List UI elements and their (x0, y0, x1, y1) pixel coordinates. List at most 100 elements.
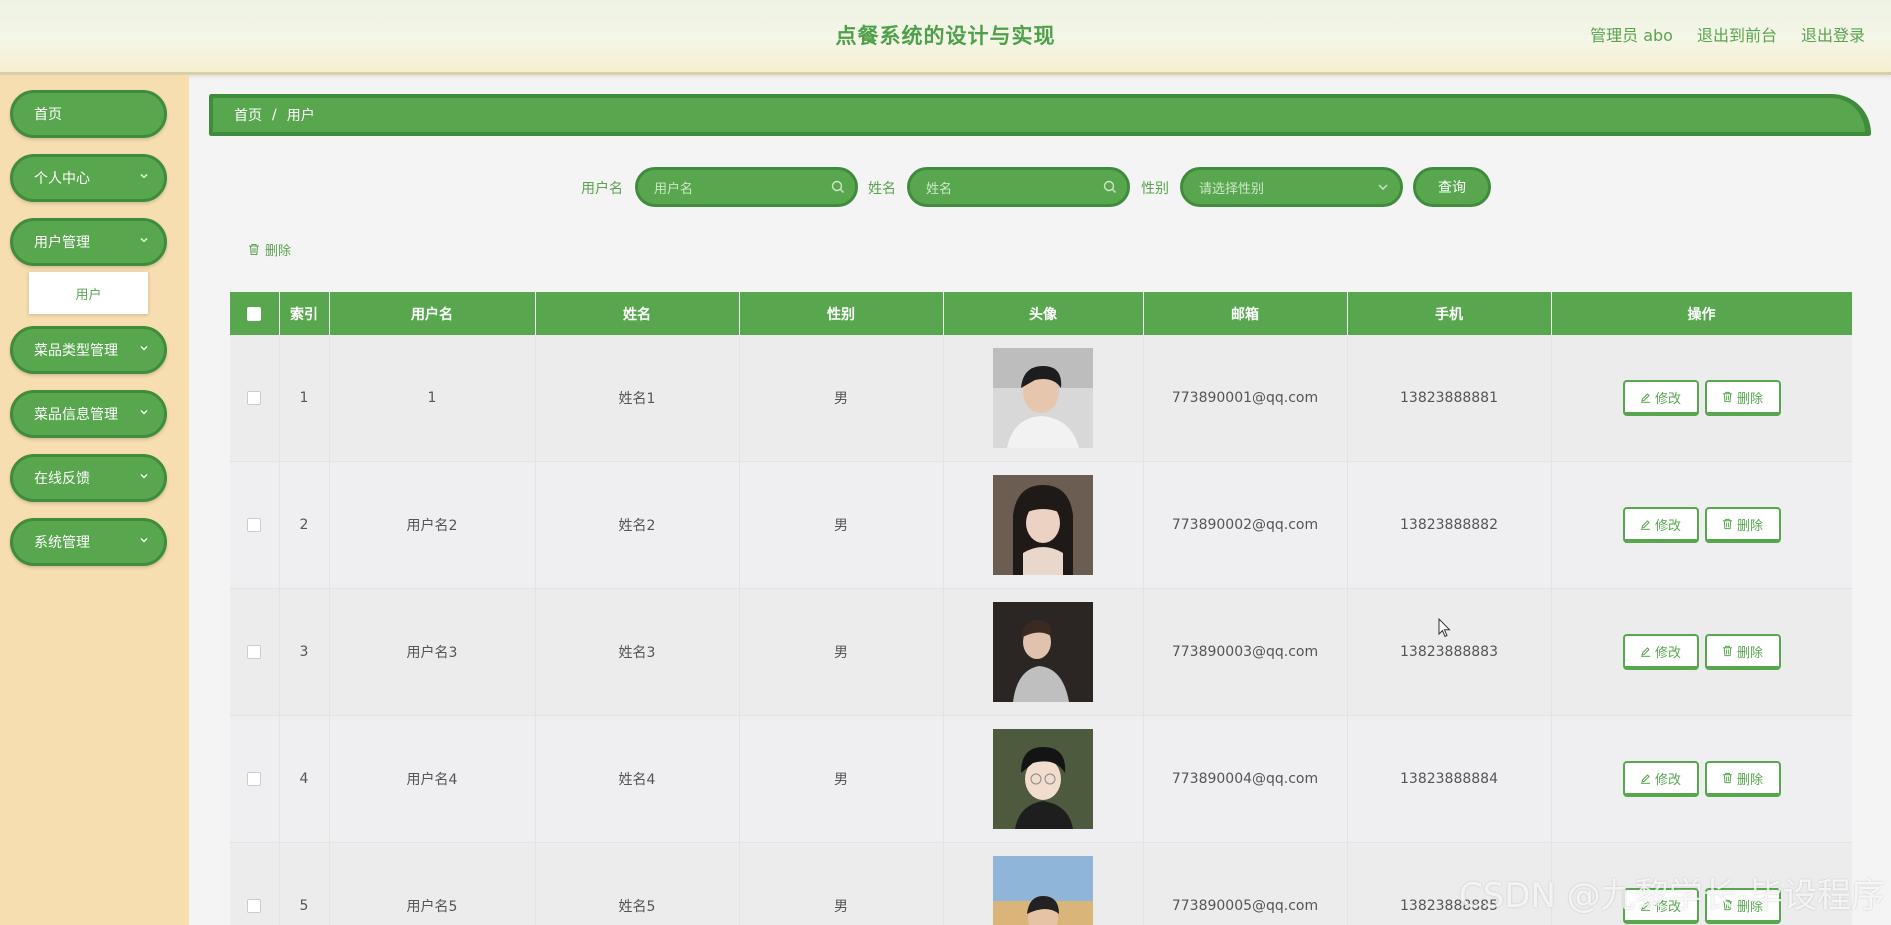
avatar (993, 856, 1093, 925)
row-checkbox[interactable] (247, 772, 262, 786)
gender-select-label: 性别 (1141, 181, 1169, 197)
cell-gender: 男 (739, 588, 944, 716)
edit-button[interactable]: 修改 (1622, 507, 1699, 543)
trash-icon (1722, 391, 1733, 403)
edit-label: 修改 (1654, 518, 1681, 534)
header-name: 姓名 (535, 292, 740, 335)
sidebar-item-label: 菜品类型管理 (34, 343, 118, 359)
cell-phone: 13823888884 (1347, 715, 1552, 843)
row-checkbox[interactable] (247, 899, 262, 913)
cell-phone: 13823888883 (1347, 588, 1552, 716)
cell-actions: 修改 删除 (1551, 461, 1852, 589)
logout-link[interactable]: 退出登录 (1801, 22, 1865, 46)
delete-button[interactable]: 删除 (1704, 634, 1781, 670)
name-search-input[interactable]: 姓名 (907, 167, 1130, 207)
sidebar-item-label: 在线反馈 (34, 471, 90, 487)
row-select-cell (230, 588, 280, 716)
breadcrumb-separator: / (272, 107, 277, 123)
row-checkbox[interactable] (247, 518, 262, 532)
row-select-cell (230, 842, 280, 925)
back-to-front-link[interactable]: 退出到前台 (1697, 22, 1777, 46)
cell-phone: 13823888882 (1347, 461, 1552, 589)
cell-name: 姓名2 (535, 461, 740, 589)
avatar (993, 729, 1093, 829)
name-search-placeholder: 姓名 (926, 181, 953, 197)
header-gender: 性别 (739, 292, 944, 335)
sidebar-item[interactable]: 菜品信息管理 (10, 390, 167, 438)
delete-button[interactable]: 删除 (1704, 380, 1781, 416)
row-checkbox[interactable] (247, 391, 262, 405)
cell-index: 5 (279, 842, 330, 925)
row-checkbox[interactable] (247, 645, 262, 659)
gender-select-placeholder: 请选择性别 (1199, 181, 1265, 197)
sidebar-item-label: 个人中心 (34, 171, 90, 187)
chevron-down-icon (140, 346, 148, 351)
avatar (993, 475, 1093, 575)
cell-email: 773890005@qq.com (1143, 842, 1348, 925)
row-select-cell (230, 461, 280, 589)
cell-phone: 13823888881 (1347, 335, 1552, 462)
delete-button[interactable]: 删除 (1704, 507, 1781, 543)
row-select-cell (230, 715, 280, 843)
cell-email: 773890003@qq.com (1143, 588, 1348, 716)
edit-button[interactable]: 修改 (1622, 634, 1699, 670)
sidebar-item[interactable]: 首页 (10, 90, 167, 138)
cell-index: 1 (279, 335, 330, 462)
cell-index: 3 (279, 588, 330, 716)
cell-gender: 男 (739, 335, 944, 462)
delete-label: 删除 (1736, 391, 1763, 407)
delete-button[interactable]: 删除 (1704, 761, 1781, 797)
query-button[interactable]: 查询 (1413, 167, 1491, 207)
sidebar-item-label: 菜品信息管理 (34, 407, 118, 423)
cell-username: 用户名3 (329, 588, 536, 716)
cell-username: 用户名4 (329, 715, 536, 843)
cell-email: 773890001@qq.com (1143, 335, 1348, 462)
avatar (993, 602, 1093, 702)
search-icon (1103, 180, 1116, 193)
cell-avatar (943, 842, 1144, 925)
chevron-down-icon (140, 174, 148, 179)
cell-name: 姓名4 (535, 715, 740, 843)
sidebar-item[interactable]: 在线反馈 (10, 454, 167, 502)
delete-label: 删除 (1736, 518, 1763, 534)
delete-label: 删除 (1736, 645, 1763, 661)
user-table: 索引 用户名 姓名 性别 头像 邮箱 手机 操作 1 1 姓名1 男 773890001… (230, 292, 1852, 925)
trash-icon (1722, 772, 1733, 784)
cell-username: 1 (329, 335, 536, 462)
edit-icon (1640, 392, 1650, 403)
username-search-input[interactable]: 用户名 (635, 167, 858, 207)
batch-delete-button[interactable]: 删除 (248, 240, 291, 259)
cell-actions: 修改 删除 (1551, 335, 1852, 462)
select-all-checkbox[interactable] (247, 306, 262, 321)
chevron-down-icon (140, 410, 148, 415)
admin-user-label[interactable]: 管理员 abo (1590, 22, 1673, 46)
cell-name: 姓名3 (535, 588, 740, 716)
sidebar-item[interactable]: 系统管理 (10, 518, 167, 566)
cell-name: 姓名5 (535, 842, 740, 925)
table-row: 3 用户名3 姓名3 男 773890003@qq.com 13823888883 修改 删除 (230, 588, 1852, 716)
edit-button[interactable]: 修改 (1622, 761, 1699, 797)
breadcrumb: 首页 / 用户 (209, 94, 1871, 136)
table-row: 1 1 姓名1 男 773890001@qq.com 13823888881 修改 删除 (230, 335, 1852, 462)
edit-icon (1640, 646, 1650, 657)
sidebar-item[interactable]: 个人中心 (10, 154, 167, 202)
header-phone: 手机 (1347, 292, 1552, 335)
cell-index: 4 (279, 715, 330, 843)
sidebar-item[interactable]: 菜品类型管理 (10, 326, 167, 374)
username-search-label: 用户名 (581, 181, 623, 197)
name-search-label: 姓名 (868, 181, 896, 197)
header-links: 管理员 abo 退出到前台 退出登录 (1590, 22, 1865, 46)
breadcrumb-home[interactable]: 首页 (234, 105, 262, 125)
gender-select[interactable]: 请选择性别 (1180, 167, 1403, 207)
edit-label: 修改 (1654, 645, 1681, 661)
edit-button[interactable]: 修改 (1622, 380, 1699, 416)
sidebar-item-label: 用户管理 (34, 235, 90, 251)
sidebar-subitem-user[interactable]: 用户 (29, 272, 148, 314)
cell-avatar (943, 715, 1144, 843)
username-search-placeholder: 用户名 (654, 181, 694, 197)
sidebar-item[interactable]: 用户管理 (10, 218, 167, 266)
cell-avatar (943, 588, 1144, 716)
table-row: 4 用户名4 姓名4 男 773890004@qq.com 13823888884 修改 删除 (230, 715, 1852, 843)
header-username: 用户名 (329, 292, 536, 335)
header-index: 索引 (279, 292, 330, 335)
